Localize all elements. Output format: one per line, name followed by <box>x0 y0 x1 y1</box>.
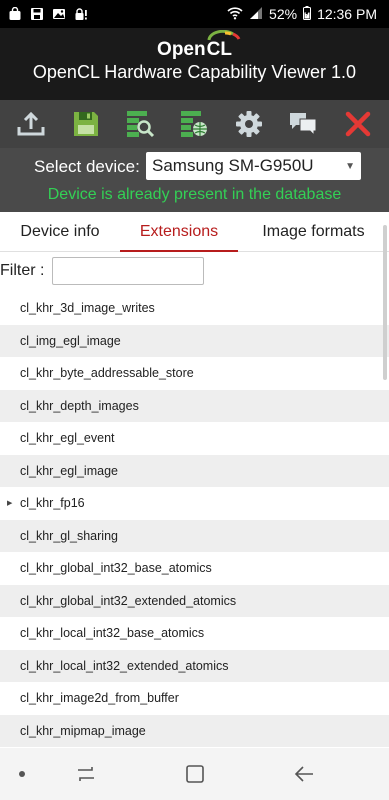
extension-name: cl_khr_byte_addressable_store <box>20 366 194 381</box>
device-dropdown[interactable]: Samsung SM-G950U ▼ <box>146 152 361 180</box>
extension-name: cl_khr_image2d_from_buffer <box>20 691 179 706</box>
notification-icons <box>8 7 88 21</box>
app-title: OpenCL Hardware Capability Viewer 1.0 <box>32 62 357 82</box>
expand-arrow-icon[interactable]: ▶ <box>7 499 12 507</box>
tab-device-info[interactable]: Device info <box>0 212 120 252</box>
extension-name: cl_khr_gl_sharing <box>20 528 118 543</box>
save-icon <box>73 112 98 136</box>
list-item[interactable]: cl_khr_local_int32_extended_atomics <box>0 649 389 682</box>
extension-name: cl_khr_local_int32_base_atomics <box>20 626 205 641</box>
list-item[interactable]: cl_khr_egl_image <box>0 454 389 487</box>
database-globe-icon <box>181 111 208 137</box>
settings-button[interactable] <box>230 105 268 143</box>
list-item[interactable]: ▶ cl_khr_fp16 <box>0 487 389 520</box>
keyboard-dot-button[interactable] <box>10 762 34 786</box>
shopping-bag-icon <box>8 7 22 21</box>
extension-name: cl_khr_local_int32_extended_atomics <box>20 658 229 673</box>
comment-icon <box>290 113 317 137</box>
signal-icon <box>249 6 263 23</box>
opencl-logo: Open CL <box>157 30 241 59</box>
close-button[interactable] <box>339 105 377 143</box>
tab-image-formats[interactable]: Image formats <box>238 212 389 252</box>
list-item[interactable]: cl_khr_byte_addressable_store <box>0 357 389 390</box>
extension-name: cl_khr_global_int32_extended_atomics <box>20 593 237 608</box>
filter-label: Filter : <box>0 262 45 279</box>
filter-row: Filter : <box>0 252 389 290</box>
battery-icon <box>303 5 312 23</box>
device-panel: Select device: Samsung SM-G950U ▼ Device… <box>0 148 389 212</box>
navigation-bar <box>0 748 389 800</box>
device-selected-value: Samsung SM-G950U <box>152 156 314 175</box>
logo-text-cl: CL <box>206 39 232 60</box>
system-status: 52% 12:36 PM <box>227 5 377 23</box>
list-item[interactable]: cl_khr_global_int32_extended_atomics <box>0 584 389 617</box>
list-item[interactable]: cl_khr_mipmap_image <box>0 714 389 747</box>
list-item[interactable]: cl_khr_local_int32_base_atomics <box>0 617 389 650</box>
gear-icon <box>235 111 262 137</box>
toolbar <box>0 100 389 148</box>
status-bar: 52% 12:36 PM <box>0 0 389 28</box>
extension-name: cl_khr_egl_event <box>20 431 115 446</box>
list-item[interactable]: cl_khr_egl_event <box>0 422 389 455</box>
list-item[interactable]: cl_khr_gl_sharing <box>0 519 389 552</box>
clock: 12:36 PM <box>317 6 377 22</box>
extensions-list: cl_khr_3d_image_writes cl_img_egl_image … <box>0 292 389 747</box>
extension-name: cl_img_egl_image <box>20 333 121 348</box>
list-item[interactable]: cl_khr_3d_image_writes <box>0 292 389 325</box>
battery-percent: 52% <box>269 6 298 22</box>
app-header: Open CL OpenCL Hardware Capability Viewe… <box>0 28 389 100</box>
list-item[interactable]: cl_khr_depth_images <box>0 389 389 422</box>
online-database-button[interactable] <box>175 105 213 143</box>
extension-name: cl_khr_depth_images <box>20 398 139 413</box>
recent-apps-button[interactable] <box>74 762 98 786</box>
back-button[interactable] <box>292 762 316 786</box>
device-status-message: Device is already present in the databas… <box>47 186 342 203</box>
save-notification-icon <box>30 7 44 21</box>
extension-name: cl_khr_mipmap_image <box>20 723 146 738</box>
wifi-icon <box>227 6 243 23</box>
tab-extensions[interactable]: Extensions <box>120 212 238 252</box>
dot-icon <box>19 771 25 777</box>
filter-input[interactable] <box>52 257 205 285</box>
list-item[interactable]: cl_img_egl_image <box>0 324 389 357</box>
chevron-down-icon: ▼ <box>345 160 355 172</box>
scrollbar[interactable] <box>383 225 387 380</box>
back-arrow-icon <box>294 766 313 782</box>
search-database-button[interactable] <box>121 105 159 143</box>
search-database-icon <box>127 111 155 138</box>
save-button[interactable] <box>67 105 105 143</box>
recent-apps-icon <box>78 767 94 781</box>
logo-text-open: Open <box>157 39 206 60</box>
select-device-label: Select device: <box>34 157 140 176</box>
extension-name: cl_khr_egl_image <box>20 463 118 478</box>
feedback-button[interactable] <box>284 105 322 143</box>
extension-name: cl_khr_3d_image_writes <box>20 301 155 316</box>
extension-name: cl_khr_global_int32_base_atomics <box>20 561 212 576</box>
upload-button[interactable] <box>12 105 50 143</box>
close-icon <box>345 111 370 137</box>
extension-name: cl_khr_fp16 <box>20 496 85 511</box>
lock-alert-icon <box>74 7 88 21</box>
image-icon <box>52 7 66 21</box>
list-item[interactable]: cl_khr_image2d_from_buffer <box>0 682 389 715</box>
home-icon <box>186 765 204 783</box>
home-button[interactable] <box>183 762 207 786</box>
list-item[interactable]: cl_khr_global_int32_base_atomics <box>0 552 389 585</box>
upload-icon <box>17 111 45 136</box>
tab-bar: Device info Extensions Image formats <box>0 212 389 252</box>
